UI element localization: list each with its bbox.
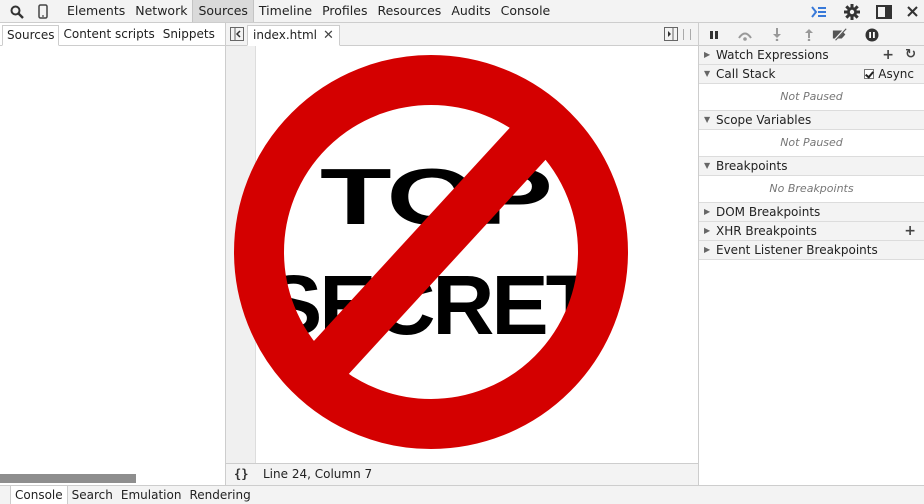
drawer-tab-search[interactable]: Search (68, 486, 117, 504)
editor-file-tab[interactable]: index.html ✕ (247, 25, 340, 46)
console-drawer-icon[interactable] (810, 3, 828, 20)
add-watch-icon[interactable]: + (882, 46, 894, 64)
pause-on-exceptions-icon[interactable] (864, 27, 880, 42)
tab-elements[interactable]: Elements (62, 0, 130, 22)
pane-title: Event Listener Breakpoints (716, 243, 878, 257)
tab-timeline[interactable]: Timeline (254, 0, 317, 22)
pane-header-breakpoints[interactable]: ▼ Breakpoints (699, 157, 924, 176)
async-checkbox[interactable]: Async (864, 65, 914, 83)
search-icon[interactable] (8, 3, 26, 20)
step-out-icon[interactable] (801, 27, 817, 42)
collapsed-triangle-icon: ▶ (704, 245, 711, 254)
pause-icon[interactable] (706, 27, 722, 42)
collapsed-triangle-icon: ▶ (704, 50, 711, 59)
pane-header-event-listener-breakpoints[interactable]: ▶ Event Listener Breakpoints (699, 241, 924, 260)
dock-side-icon[interactable] (875, 3, 893, 20)
nav-tab-content-scripts[interactable]: Content scripts (59, 25, 158, 46)
call-stack-status: Not Paused (699, 84, 924, 111)
navigator-horizontal-scrollbar[interactable] (0, 474, 136, 483)
cursor-position: Line 24, Column 7 (263, 467, 373, 481)
checkbox-checked-icon[interactable] (864, 69, 875, 79)
close-tab-icon[interactable]: ✕ (323, 26, 334, 45)
pane-header-xhr-breakpoints[interactable]: ▶ XHR Breakpoints + (699, 222, 924, 241)
device-mode-icon[interactable] (34, 3, 52, 20)
nav-tab-sources[interactable]: Sources (2, 25, 60, 46)
tab-network[interactable]: Network (130, 0, 192, 22)
debugger-sidebar: ▶ Watch Expressions + ↻ ▼ Call Stack Asy… (698, 23, 924, 485)
pane-title: Scope Variables (716, 113, 812, 127)
pane-header-call-stack[interactable]: ▼ Call Stack Async (699, 65, 924, 84)
tab-sources[interactable]: Sources (192, 0, 254, 22)
async-label: Async (878, 67, 914, 81)
scope-variables-status: Not Paused (699, 130, 924, 157)
expanded-triangle-icon: ▼ (704, 69, 711, 78)
pane-header-dom-breakpoints[interactable]: ▶ DOM Breakpoints (699, 203, 924, 222)
line-number-gutter (226, 46, 256, 463)
devtools-toolbar: Elements Network Sources Timeline Profil… (0, 0, 924, 23)
drawer-tabs: Console Search Emulation Rendering (0, 485, 924, 504)
tabs-overflow-handle-icon (683, 29, 691, 40)
editor-tabstrip: index.html ✕ (226, 23, 698, 46)
drawer-tab-console[interactable]: Console (10, 486, 68, 504)
debugger-toolbar (699, 23, 924, 46)
tab-audits[interactable]: Audits (446, 0, 495, 22)
close-icon[interactable] (903, 3, 921, 20)
editor-file-name: index.html (253, 28, 317, 42)
pane-title: Breakpoints (716, 159, 788, 173)
pretty-print-button[interactable]: {} (234, 464, 248, 484)
nav-tab-snippets[interactable]: Snippets (159, 25, 219, 46)
editor-statusbar: {} Line 24, Column 7 (226, 463, 698, 485)
collapsed-triangle-icon: ▶ (704, 226, 711, 235)
collapsed-triangle-icon: ▶ (704, 207, 711, 216)
expanded-triangle-icon: ▼ (704, 115, 711, 124)
breakpoints-status: No Breakpoints (699, 176, 924, 203)
pane-header-scope-variables[interactable]: ▼ Scope Variables (699, 111, 924, 130)
step-over-icon[interactable] (737, 27, 753, 42)
drawer-tab-emulation[interactable]: Emulation (117, 486, 186, 504)
step-into-icon[interactable] (769, 27, 785, 42)
expanded-triangle-icon: ▼ (704, 161, 711, 170)
pane-header-watch-expressions[interactable]: ▶ Watch Expressions + ↻ (699, 46, 924, 65)
sources-navigator: Sources Content scripts Snippets (0, 23, 226, 485)
source-editor: index.html ✕ {} Line 24, Column 7 (226, 23, 698, 485)
add-xhr-breakpoint-icon[interactable]: + (904, 222, 916, 240)
refresh-icon[interactable]: ↻ (905, 46, 916, 64)
tab-profiles[interactable]: Profiles (317, 0, 372, 22)
pane-title: XHR Breakpoints (716, 224, 817, 238)
tab-console[interactable]: Console (496, 0, 556, 22)
tab-resources[interactable]: Resources (372, 0, 446, 22)
pane-title: DOM Breakpoints (716, 205, 821, 219)
pane-title: Call Stack (716, 67, 776, 81)
deactivate-breakpoints-icon[interactable] (832, 27, 848, 42)
navigator-tabs: Sources Content scripts Snippets (0, 23, 225, 46)
settings-gear-icon[interactable] (843, 3, 861, 20)
drawer-tab-rendering[interactable]: Rendering (185, 486, 254, 504)
toggle-navigator-icon[interactable] (230, 27, 244, 41)
pane-title: Watch Expressions (716, 48, 829, 62)
toggle-debugger-icon[interactable] (664, 27, 678, 41)
code-area[interactable] (256, 46, 698, 463)
main-panel-tabs: Elements Network Sources Timeline Profil… (62, 0, 555, 22)
